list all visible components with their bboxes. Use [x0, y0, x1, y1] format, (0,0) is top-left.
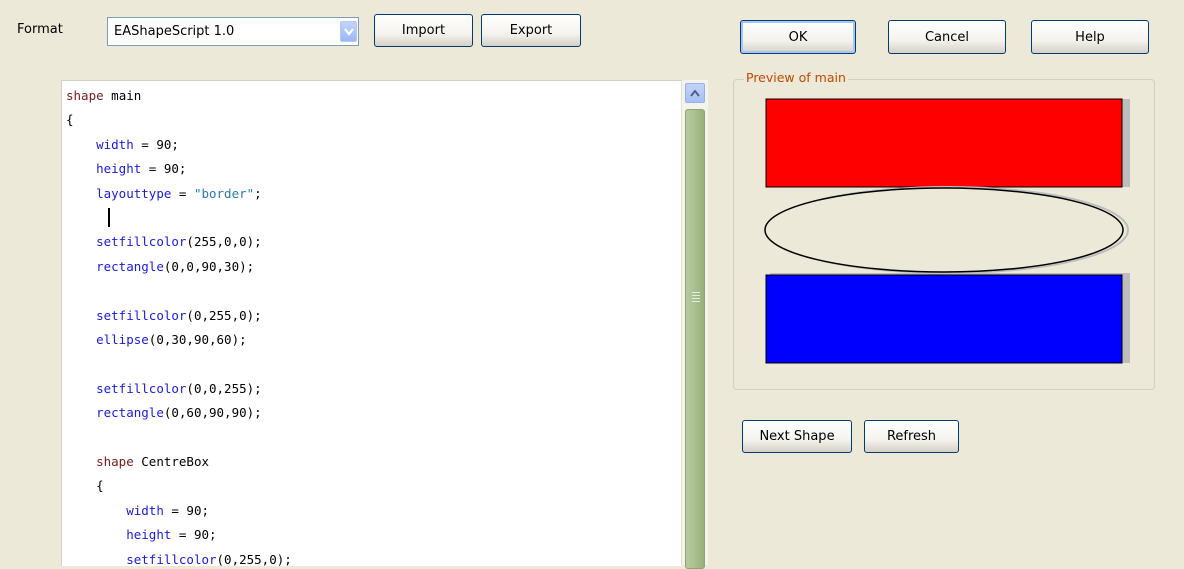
- code-line: rectangle(0,0,90,30);: [66, 259, 254, 279]
- code-token: (0,60,90,90);: [163, 405, 262, 421]
- code-token: setfillcolor: [96, 380, 187, 396]
- format-label: Format: [17, 22, 63, 37]
- code-token: CentreBox: [133, 454, 210, 469]
- code-token: height: [96, 161, 142, 177]
- code-line: {: [66, 478, 104, 498]
- code-token: setfillcolor: [96, 234, 187, 250]
- code-line: {: [66, 112, 74, 132]
- code-line: width = 90;: [66, 503, 209, 523]
- preview-rectangle-red: [765, 98, 1123, 188]
- code-line: height = 90;: [66, 161, 186, 181]
- code-token: height: [126, 527, 172, 543]
- code-line: setfillcolor(0,0,255);: [66, 381, 262, 401]
- code-line: shape main: [66, 88, 141, 108]
- grip-line: [692, 301, 700, 302]
- code-line: layouttype = "border";: [66, 186, 262, 206]
- export-button[interactable]: Export: [481, 14, 581, 47]
- code-token: width: [126, 502, 164, 518]
- code-token: = 90;: [133, 136, 179, 152]
- code-token: ellipse: [96, 332, 149, 347]
- vertical-scrollbar[interactable]: [681, 80, 708, 569]
- preview-group-label: Preview of main: [744, 70, 848, 85]
- code-line: setfillcolor(0,255,0);: [66, 308, 262, 328]
- ok-button[interactable]: OK: [740, 20, 856, 54]
- code-token: setfillcolor: [96, 307, 187, 323]
- code-line: setfillcolor(255,0,0);: [66, 234, 262, 254]
- shape-preview: [764, 98, 1130, 364]
- next-shape-button[interactable]: Next Shape: [742, 420, 852, 453]
- code-line: height = 90;: [66, 527, 217, 547]
- cancel-button[interactable]: Cancel: [888, 20, 1006, 54]
- code-token: (0,255,0);: [186, 307, 262, 323]
- code-token: =: [171, 185, 194, 201]
- code-token: = 90;: [171, 527, 217, 543]
- preview-rectangle-blue: [765, 274, 1123, 364]
- code-token: "border": [193, 185, 255, 201]
- code-token: (0,255,0);: [216, 551, 292, 566]
- code-token: width: [96, 136, 134, 152]
- code-line: rectangle(0,60,90,90);: [66, 405, 262, 425]
- scrollbar-thumb[interactable]: [685, 109, 705, 569]
- chevron-down-icon[interactable]: [340, 21, 357, 42]
- grip-line: [692, 298, 700, 299]
- code-token: main: [103, 88, 142, 103]
- code-token: (255,0,0);: [186, 234, 262, 250]
- script-editor[interactable]: shape main { width = 90; height = 90; lay…: [61, 80, 682, 566]
- code-token: setfillcolor: [126, 551, 217, 566]
- scroll-up-arrow-icon[interactable]: [685, 83, 705, 103]
- code-token: {: [66, 112, 74, 128]
- import-button[interactable]: Import: [374, 14, 473, 47]
- format-select[interactable]: EAShapeScript 1.0: [107, 17, 359, 46]
- format-select-value: EAShapeScript 1.0: [114, 24, 235, 39]
- code-token: rectangle: [96, 258, 164, 274]
- code-line: setfillcolor(0,255,0);: [66, 552, 292, 566]
- grip-line: [692, 292, 700, 293]
- code-token: (0,30,90,60);: [148, 332, 247, 347]
- preview-ellipse: [764, 187, 1124, 273]
- code-token: {: [66, 478, 104, 494]
- code-token: shape: [66, 88, 104, 103]
- code-token: ;: [254, 185, 262, 201]
- help-button[interactable]: Help: [1031, 20, 1149, 54]
- code-token: layouttype: [96, 185, 172, 201]
- code-token: rectangle: [96, 405, 164, 421]
- code-line: shape CentreBox: [66, 454, 209, 474]
- refresh-button[interactable]: Refresh: [864, 420, 959, 453]
- code-token: (0,0,255);: [186, 380, 262, 396]
- code-token: shape: [96, 454, 134, 469]
- code-token: = 90;: [141, 161, 187, 177]
- code-line: ellipse(0,30,90,60);: [66, 332, 247, 352]
- text-caret: [108, 208, 110, 227]
- code-token: (0,0,90,30);: [163, 258, 255, 274]
- code-line: width = 90;: [66, 137, 179, 157]
- code-token: = 90;: [163, 502, 210, 518]
- grip-line: [692, 295, 700, 296]
